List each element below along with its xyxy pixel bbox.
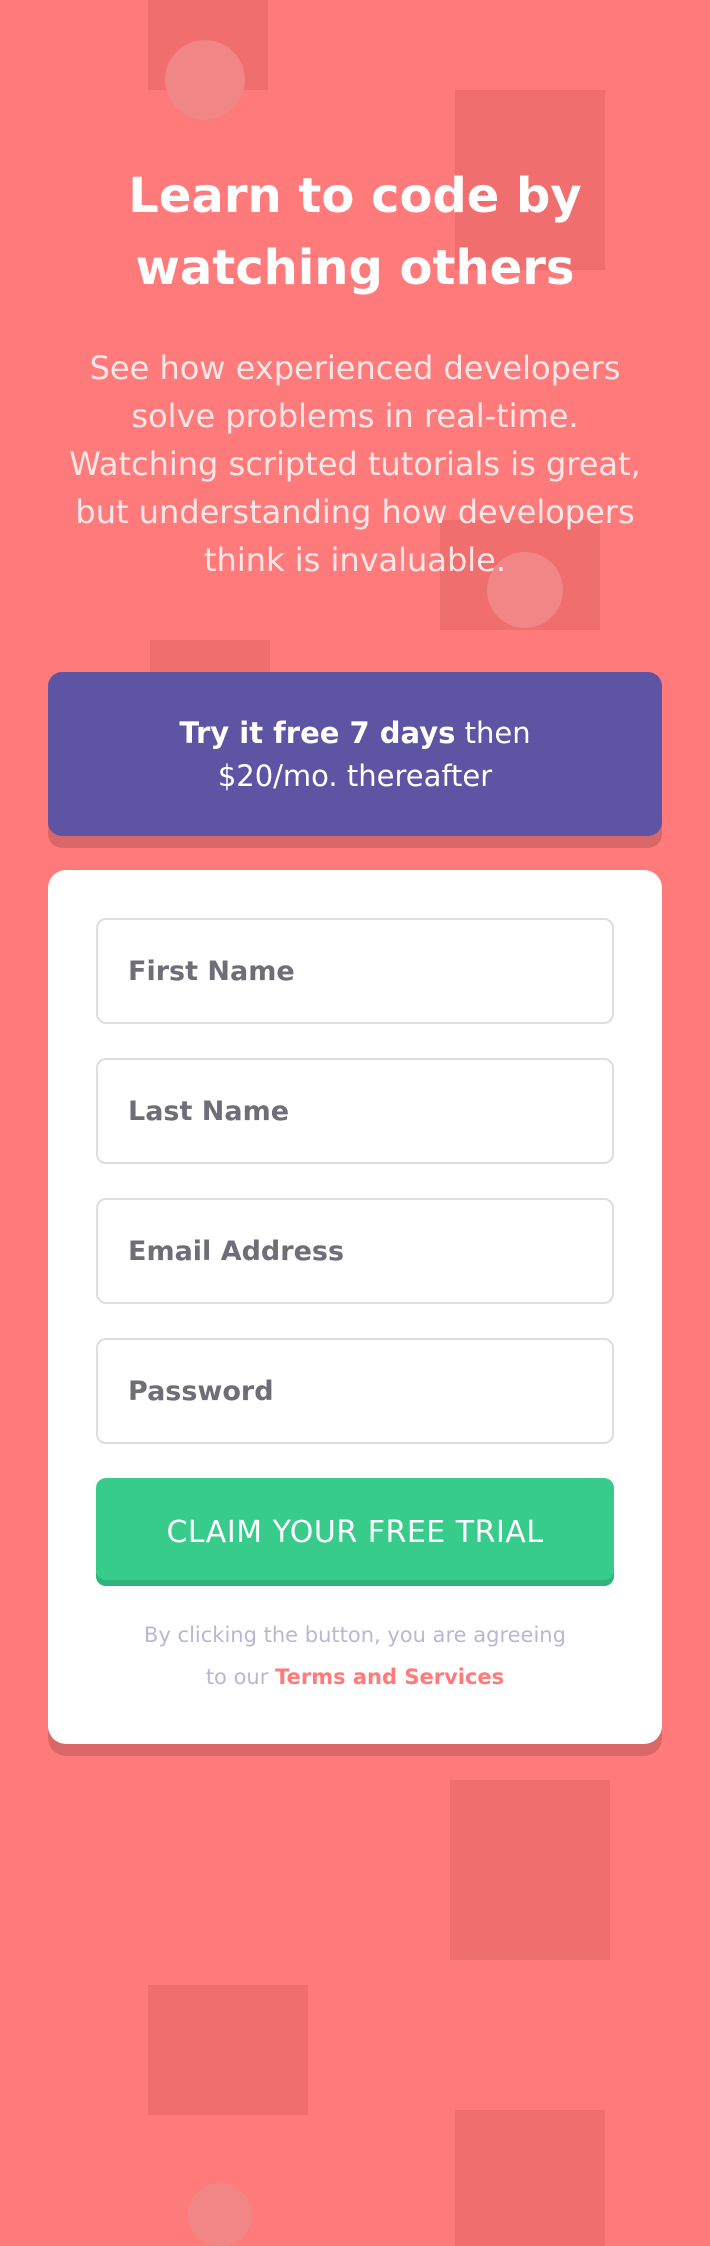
terms-text-line2: to our <box>205 1665 276 1689</box>
first-name-input[interactable] <box>96 918 614 1024</box>
title-line-1: Learn to code by <box>128 168 582 224</box>
terms-link[interactable]: Terms and Services <box>275 1665 504 1689</box>
claim-trial-button[interactable]: CLAIM YOUR FREE TRIAL <box>96 1478 614 1586</box>
promo-banner: Try it free 7 days then $20/mo. thereaft… <box>48 672 662 836</box>
intro-section: Learn to code by watching others See how… <box>60 160 650 584</box>
email-input[interactable] <box>96 1198 614 1304</box>
title-line-2: watching others <box>135 240 575 296</box>
signup-card: CLAIM YOUR FREE TRIAL By clicking the bu… <box>48 870 662 1744</box>
terms-notice: By clicking the button, you are agreeing… <box>48 1614 662 1698</box>
terms-text-line1: By clicking the button, you are agreeing <box>144 1623 566 1647</box>
promo-text-then: then <box>455 716 531 750</box>
promo-highlight: Try it free 7 days <box>179 716 456 750</box>
promo-text-price: $20/mo. thereafter <box>217 759 493 793</box>
last-name-input[interactable] <box>96 1058 614 1164</box>
password-input[interactable] <box>96 1338 614 1444</box>
intro-description: See how experienced developers solve pro… <box>69 349 641 579</box>
page-title: Learn to code by watching others <box>60 160 650 304</box>
